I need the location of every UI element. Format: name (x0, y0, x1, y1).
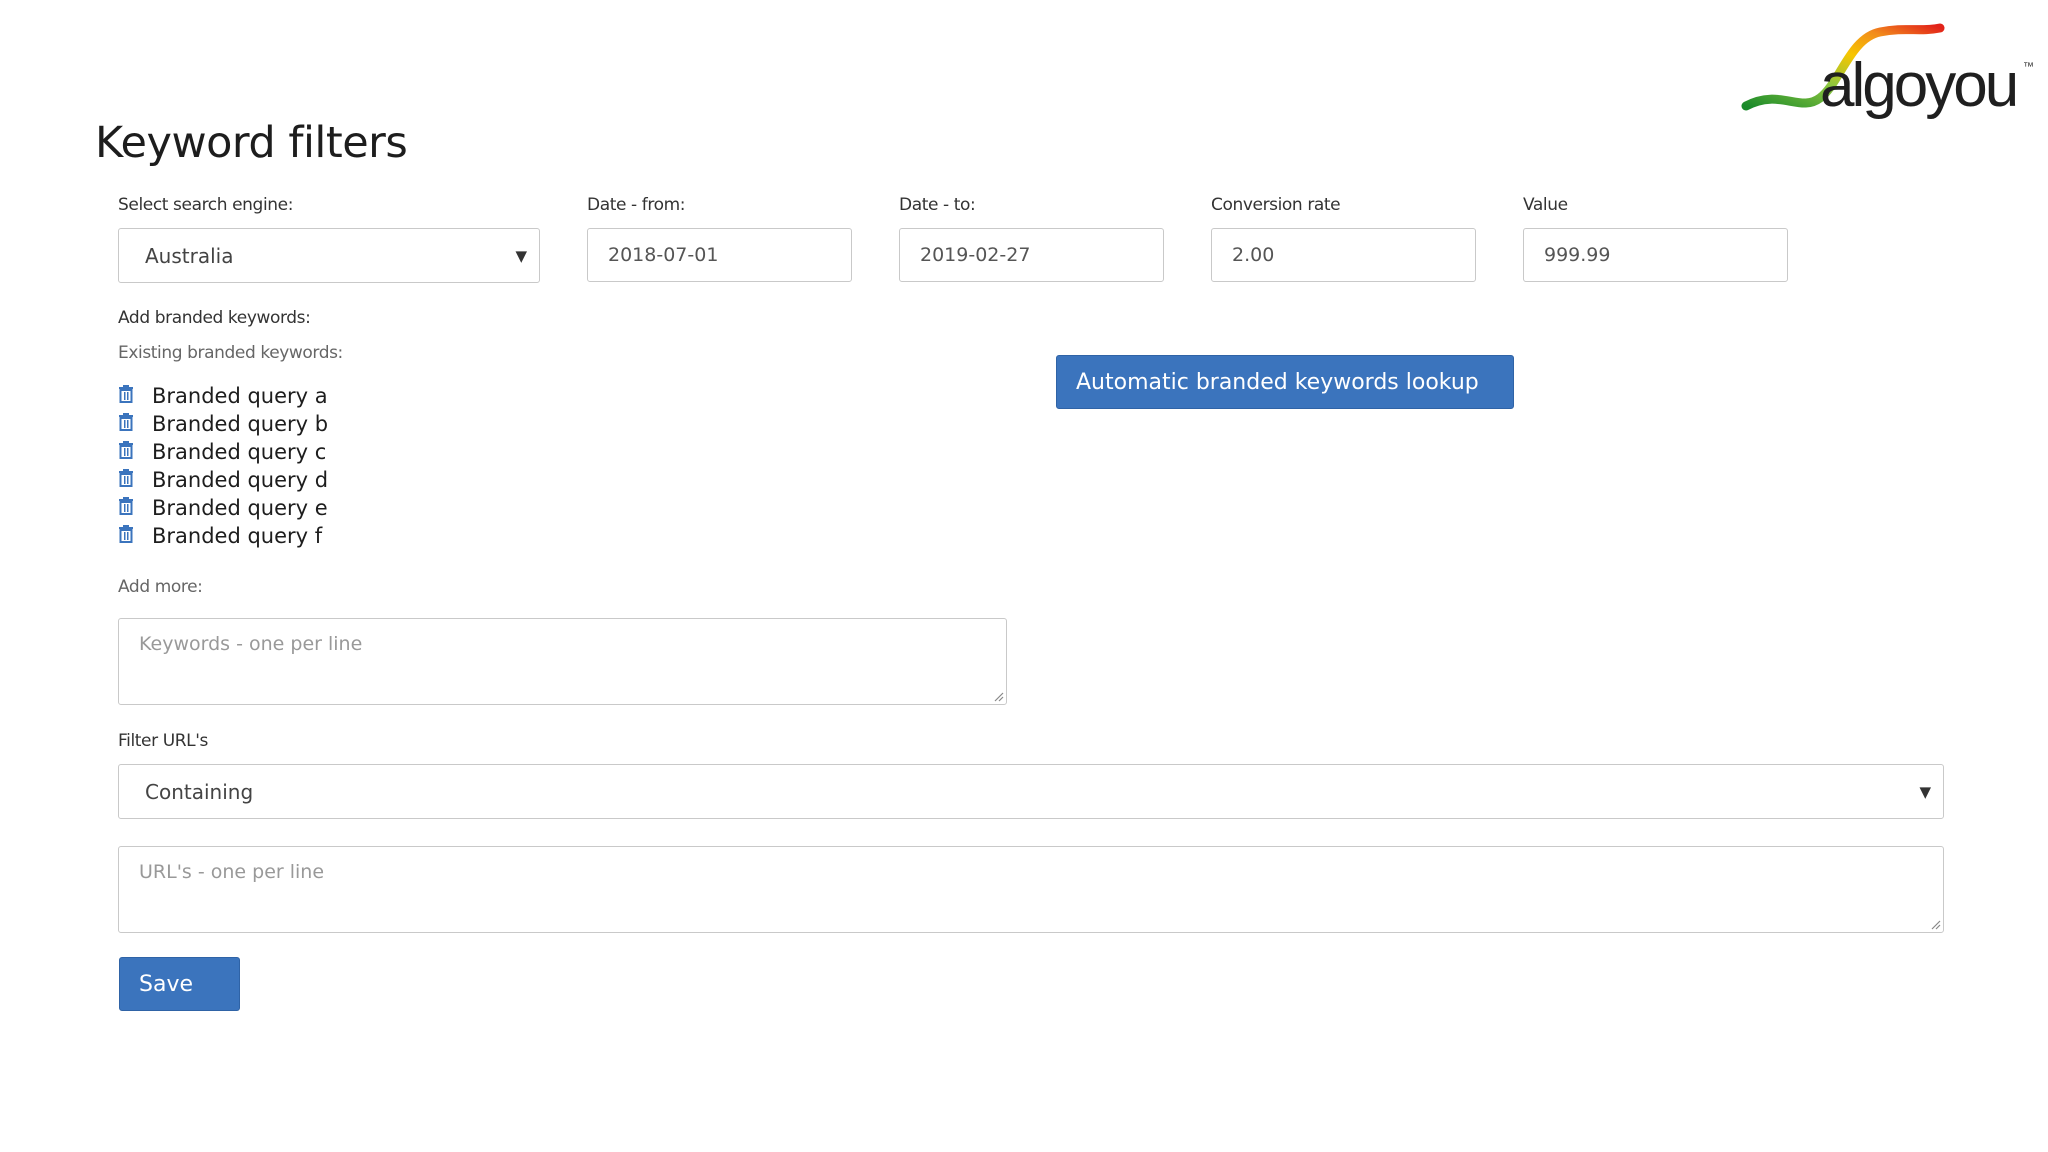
branded-keyword-text: Branded query b (152, 412, 329, 436)
add-branded-keywords-label: Add branded keywords: (118, 308, 311, 328)
trash-icon[interactable] (118, 384, 134, 403)
date-from-input[interactable]: 2018-07-01 (587, 228, 852, 282)
branded-keyword-text: Branded query c (152, 440, 327, 464)
value-label: Value (1523, 195, 1568, 215)
branded-keyword-text: Branded query a (152, 384, 328, 408)
add-more-keywords-textarea[interactable]: Keywords - one per line (118, 618, 1007, 705)
add-more-placeholder: Keywords - one per line (139, 633, 363, 655)
urls-textarea[interactable]: URL's - one per line (118, 846, 1944, 933)
trash-icon[interactable] (118, 440, 134, 459)
save-button[interactable]: Save (119, 957, 240, 1011)
conversion-rate-label: Conversion rate (1211, 195, 1341, 215)
list-item: Branded query a (118, 382, 328, 410)
date-from-label: Date - from: (587, 195, 686, 215)
automatic-branded-keywords-lookup-button[interactable]: Automatic branded keywords lookup (1056, 355, 1514, 409)
list-item: Branded query b (118, 410, 328, 438)
search-engine-select[interactable]: Australia ▼ (118, 228, 540, 283)
save-button-label: Save (139, 971, 194, 997)
resize-grip-icon[interactable] (1929, 918, 1941, 930)
search-engine-label: Select search engine: (118, 195, 294, 215)
value-field-value: 999.99 (1544, 244, 1611, 266)
date-to-input[interactable]: 2019-02-27 (899, 228, 1164, 282)
add-more-label: Add more: (118, 577, 203, 597)
chevron-down-icon: ▼ (515, 246, 527, 265)
svg-text:™: ™ (2023, 61, 2034, 73)
url-filter-mode-select[interactable]: Containing ▼ (118, 764, 1944, 819)
branded-keyword-text: Branded query d (152, 468, 329, 492)
list-item: Branded query e (118, 494, 328, 522)
keyword-filters-page: algoyou ™ Keyword filters Select search … (0, 0, 2048, 1152)
list-item: Branded query f (118, 522, 328, 550)
lookup-button-label: Automatic branded keywords lookup (1076, 369, 1479, 395)
branded-keyword-text: Branded query e (152, 496, 328, 520)
url-filter-mode-value: Containing (145, 779, 254, 804)
filter-urls-label: Filter URL's (118, 731, 208, 751)
date-from-value: 2018-07-01 (608, 244, 719, 266)
page-title: Keyword filters (95, 118, 408, 168)
logo-swoosh-icon: algoyou ™ (1741, 23, 2034, 120)
resize-grip-icon[interactable] (992, 690, 1004, 702)
date-to-label: Date - to: (899, 195, 976, 215)
trash-icon[interactable] (118, 468, 134, 487)
existing-branded-keywords-label: Existing branded keywords: (118, 343, 343, 363)
trash-icon[interactable] (118, 524, 134, 543)
trash-icon[interactable] (118, 412, 134, 431)
svg-text:algoyou: algoyou (1820, 51, 2016, 120)
trash-icon[interactable] (118, 496, 134, 515)
conversion-rate-input[interactable]: 2.00 (1211, 228, 1476, 282)
search-engine-value: Australia (145, 243, 234, 268)
list-item: Branded query d (118, 466, 328, 494)
date-to-value: 2019-02-27 (920, 244, 1031, 266)
algoyou-logo: algoyou ™ (1740, 18, 2040, 128)
conversion-rate-value: 2.00 (1232, 244, 1275, 266)
branded-keyword-list: Branded query a Branded query b Branded … (118, 382, 328, 550)
branded-keyword-text: Branded query f (152, 524, 323, 548)
value-input[interactable]: 999.99 (1523, 228, 1788, 282)
chevron-down-icon: ▼ (1919, 782, 1931, 801)
list-item: Branded query c (118, 438, 328, 466)
urls-placeholder: URL's - one per line (139, 861, 325, 883)
